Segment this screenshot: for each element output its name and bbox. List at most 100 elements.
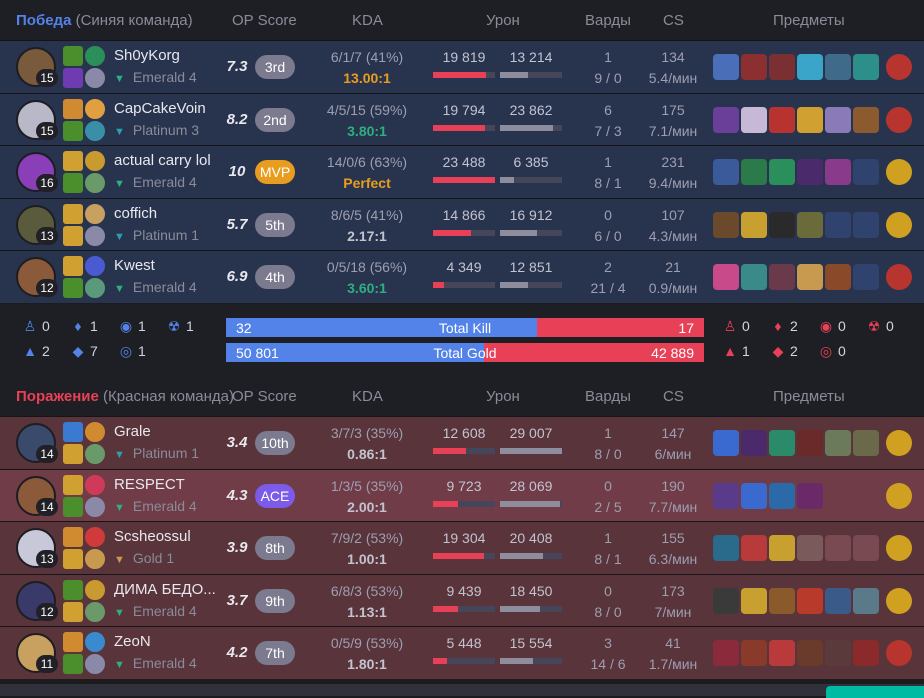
summoner-name[interactable]: Scsheossul [114, 528, 191, 545]
summoner-spell-icon[interactable] [63, 225, 83, 246]
player-row[interactable]: 14 RESPECT ▼ Emerald 4 4.3 ACE 1/3/5 (35%) 2.00… [0, 468, 924, 522]
trinket-icon[interactable] [886, 54, 912, 80]
item-icon[interactable] [797, 211, 823, 238]
item-icon[interactable] [713, 640, 739, 667]
player-row[interactable]: 11 ZeoN ▼ Emerald 4 4.2 7th 0/5/9 (53%) 1.80:1 5… [0, 626, 924, 679]
player-row[interactable]: 13 coffich ▼ Platinum 1 5.7 5th 8/6/5 (41%) 2.1… [0, 197, 924, 251]
secondary-rune-icon[interactable] [85, 225, 105, 246]
summoner-spell-icon[interactable] [63, 173, 83, 194]
item-icon[interactable] [741, 587, 767, 614]
keystone-rune-icon[interactable] [85, 151, 105, 172]
player-row[interactable]: 16 actual carry lol ▼ Emerald 4 10 MVP 14/0/6 … [0, 145, 924, 198]
item-icon[interactable] [741, 535, 767, 562]
summoner-name[interactable]: ДИМА БЕДО... [114, 581, 216, 598]
secondary-rune-icon[interactable] [85, 68, 105, 88]
player-row[interactable]: 13 Scsheossul ▼ Gold 1 3.9 8th 7/9/2 (53%) 1.00… [0, 521, 924, 574]
item-icon[interactable] [741, 264, 767, 291]
item-icon[interactable] [769, 482, 795, 509]
keystone-rune-icon[interactable] [85, 256, 105, 277]
summoner-name[interactable]: coffich [114, 205, 157, 222]
summoner-spell-icon[interactable] [63, 151, 83, 172]
item-icon[interactable] [825, 587, 851, 614]
item-icon[interactable] [769, 159, 795, 186]
keystone-rune-icon[interactable] [85, 98, 105, 119]
player-row[interactable]: 15 Sh0yKorg ▼ Emerald 4 7.3 3rd 6/1/7 (41%) 13.… [0, 40, 924, 93]
item-icon[interactable] [741, 211, 767, 238]
item-icon[interactable] [825, 106, 851, 133]
summoner-spell-icon[interactable] [63, 632, 83, 653]
item-icon[interactable] [713, 587, 739, 614]
trinket-icon[interactable] [886, 587, 912, 614]
item-icon[interactable] [853, 640, 879, 667]
player-row[interactable]: 12 Kwest ▼ Emerald 4 6.9 4th 0/5/18 (56%) 3.60:… [0, 250, 924, 303]
trinket-icon[interactable] [886, 264, 912, 291]
keystone-rune-icon[interactable] [85, 474, 105, 495]
summoner-spell-icon[interactable] [63, 549, 83, 570]
item-icon[interactable] [825, 159, 851, 186]
item-icon[interactable] [797, 106, 823, 133]
summoner-spell-icon[interactable] [63, 46, 83, 66]
item-icon[interactable] [797, 640, 823, 667]
item-icon[interactable] [713, 211, 739, 238]
summoner-name[interactable]: CapCakeVoin [114, 100, 206, 117]
item-icon[interactable] [825, 54, 851, 80]
item-icon[interactable] [713, 482, 739, 509]
trinket-icon[interactable] [886, 535, 912, 562]
secondary-rune-icon[interactable] [85, 654, 105, 675]
item-icon[interactable] [797, 535, 823, 562]
keystone-rune-icon[interactable] [85, 632, 105, 653]
summoner-spell-icon[interactable] [63, 68, 83, 88]
summoner-spell-icon[interactable] [63, 601, 83, 622]
item-icon[interactable] [713, 54, 739, 80]
trinket-icon[interactable] [886, 430, 912, 456]
summoner-spell-icon[interactable] [63, 422, 83, 442]
item-icon[interactable] [769, 264, 795, 291]
item-icon[interactable] [741, 482, 767, 509]
secondary-rune-icon[interactable] [85, 173, 105, 194]
keystone-rune-icon[interactable] [85, 422, 105, 442]
summoner-spell-icon[interactable] [63, 654, 83, 675]
trinket-icon[interactable] [886, 211, 912, 238]
item-icon[interactable] [797, 264, 823, 291]
player-row[interactable]: 12 ДИМА БЕДО... ▼ Emerald 4 3.7 9th 6/8/3 (53%… [0, 573, 924, 627]
keystone-rune-icon[interactable] [85, 579, 105, 600]
item-icon[interactable] [713, 264, 739, 291]
item-icon[interactable] [853, 587, 879, 614]
summoner-spell-icon[interactable] [63, 203, 83, 224]
item-icon[interactable] [741, 54, 767, 80]
item-icon[interactable] [741, 640, 767, 667]
item-icon[interactable] [797, 430, 823, 456]
item-icon[interactable] [769, 211, 795, 238]
item-icon[interactable] [713, 535, 739, 562]
summoner-spell-icon[interactable] [63, 98, 83, 119]
summoner-spell-icon[interactable] [63, 256, 83, 277]
summoner-spell-icon[interactable] [63, 444, 83, 464]
summoner-spell-icon[interactable] [63, 278, 83, 299]
item-icon[interactable] [769, 535, 795, 562]
item-icon[interactable] [853, 54, 879, 80]
item-icon[interactable] [713, 159, 739, 186]
item-icon[interactable] [741, 106, 767, 133]
summoner-spell-icon[interactable] [63, 496, 83, 517]
summoner-spell-icon[interactable] [63, 120, 83, 141]
item-icon[interactable] [797, 587, 823, 614]
secondary-rune-icon[interactable] [85, 496, 105, 517]
trinket-icon[interactable] [886, 159, 912, 186]
trinket-icon[interactable] [886, 640, 912, 667]
item-icon[interactable] [797, 482, 823, 509]
player-row[interactable]: 15 CapCakeVoin ▼ Platinum 3 8.2 2nd 4/5/15 (59… [0, 92, 924, 146]
item-icon[interactable] [853, 106, 879, 133]
item-icon[interactable] [741, 159, 767, 186]
summoner-spell-icon[interactable] [63, 527, 83, 548]
keystone-rune-icon[interactable] [85, 527, 105, 548]
secondary-rune-icon[interactable] [85, 278, 105, 299]
item-icon[interactable] [769, 587, 795, 614]
item-icon[interactable] [825, 430, 851, 456]
secondary-rune-icon[interactable] [85, 120, 105, 141]
player-row[interactable]: 14 Grale ▼ Platinum 1 3.4 10th 3/7/3 (35%) 0.86… [0, 416, 924, 469]
item-icon[interactable] [825, 640, 851, 667]
trinket-icon[interactable] [886, 482, 912, 509]
summoner-name[interactable]: RESPECT [114, 476, 185, 493]
trinket-icon[interactable] [886, 106, 912, 133]
action-button[interactable] [826, 686, 924, 698]
